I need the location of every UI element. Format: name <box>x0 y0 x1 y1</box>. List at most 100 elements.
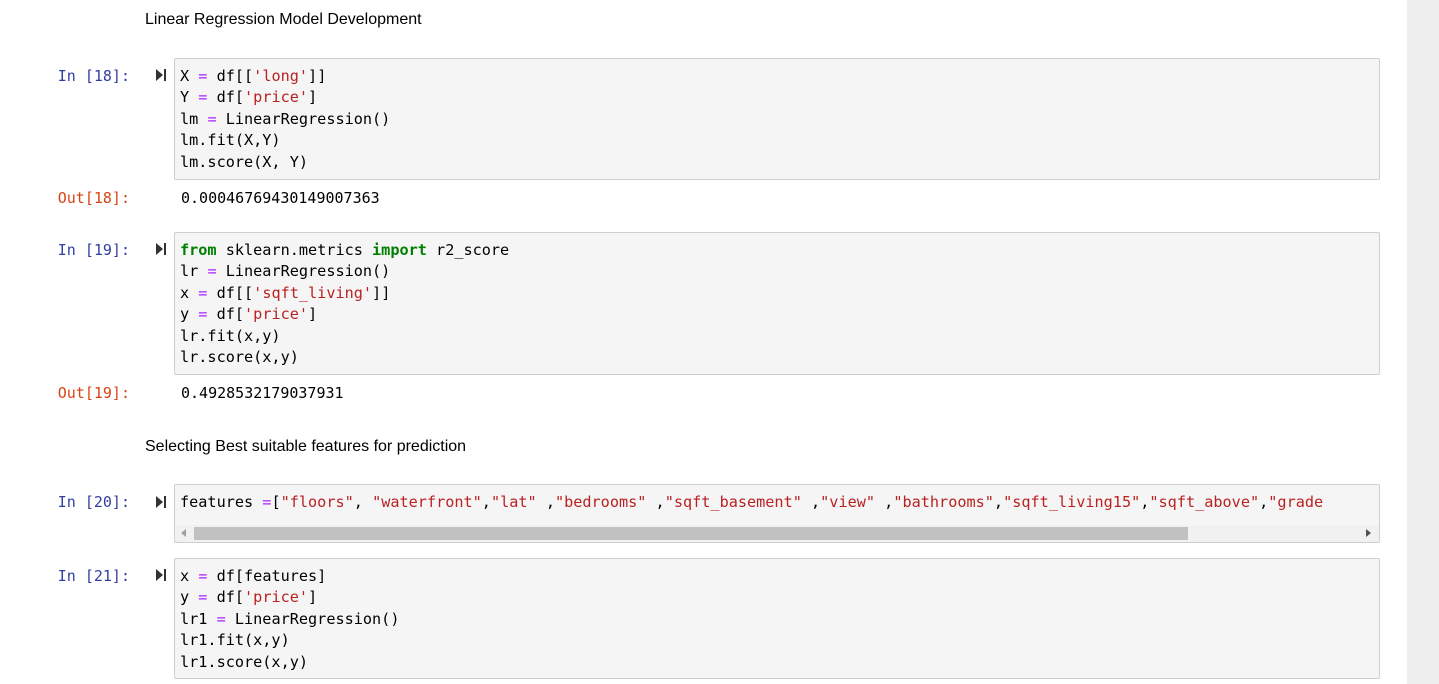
code-token: x <box>180 283 199 302</box>
code-token: lm.fit(X,Y) <box>180 131 281 150</box>
code-token: , <box>801 493 821 511</box>
code-token: df[[ <box>207 67 254 85</box>
code-token: df[[ <box>207 283 254 302</box>
code-line: features =["floors", "waterfront","lat" … <box>180 493 1323 511</box>
code-string: 'long' <box>253 67 309 85</box>
code-token: ]] <box>308 67 327 85</box>
code-token: LinearRegression() <box>216 262 391 281</box>
code-token: x <box>180 567 199 585</box>
code-line: lm.score(X, Y) <box>180 153 308 171</box>
code-keyword: import <box>372 241 427 259</box>
code-token: r2_score <box>426 241 510 259</box>
code-line: y = df['price'] <box>180 588 317 606</box>
code-line: lr1.score(x,y) <box>180 653 308 671</box>
code-string: "bathrooms" <box>893 493 994 511</box>
scrollbar-thumb[interactable] <box>194 527 1188 540</box>
code-line: lr.score(x,y) <box>180 348 299 366</box>
input-prompt-18: In [18]: <box>57 67 130 85</box>
scroll-left-arrow-icon[interactable] <box>181 529 186 537</box>
code-token: features <box>180 493 263 511</box>
code-token: ] <box>308 305 318 324</box>
code-string: 'sqft_living' <box>253 283 373 302</box>
code-editor-18[interactable]: X = df[['long']] Y = df['price'] lm = Li… <box>175 59 1379 173</box>
output-value-19: 0.4928532179037931 <box>181 384 344 402</box>
code-token: , <box>353 493 373 511</box>
scroll-right-arrow-icon[interactable] <box>1366 529 1371 537</box>
code-token: df[features] <box>207 567 327 585</box>
code-token: , <box>646 493 665 511</box>
code-string: 'price' <box>244 88 309 107</box>
code-token: ] <box>308 88 318 107</box>
code-token: , <box>536 493 555 511</box>
code-token: LinearRegression() <box>216 109 391 128</box>
code-cell-18[interactable]: X = df[['long']] Y = df['price'] lm = Li… <box>174 58 1380 180</box>
code-string: 'price' <box>244 588 309 607</box>
code-token: ] <box>308 588 318 607</box>
code-line: x = df[['sqft_living']] <box>180 284 390 302</box>
code-token: , <box>1259 493 1269 511</box>
code-string: "waterfront" <box>372 493 482 511</box>
input-prompt-21: In [21]: <box>57 567 130 585</box>
code-line: lm = LinearRegression() <box>180 110 390 128</box>
input-prompt-19: In [19]: <box>57 241 130 259</box>
code-string: "view" <box>820 493 876 511</box>
code-token: lr.fit(x,y) <box>180 326 281 345</box>
run-cell-icon[interactable] <box>155 568 167 582</box>
horizontal-scrollbar[interactable] <box>175 525 1379 542</box>
code-string: 'price' <box>244 305 309 324</box>
code-string: "lat" <box>490 493 537 511</box>
code-token: , <box>481 493 491 511</box>
code-token: , <box>875 493 894 511</box>
code-line: X = df[['long']] <box>180 67 326 85</box>
code-line: lr1.fit(x,y) <box>180 631 290 649</box>
code-token: y <box>180 305 199 324</box>
code-token: [ <box>271 493 281 511</box>
code-token: y <box>180 588 199 607</box>
code-token: X <box>180 67 199 85</box>
code-token: lr1.fit(x,y) <box>180 631 290 650</box>
code-token: Y <box>180 88 199 107</box>
run-cell-icon[interactable] <box>155 242 167 256</box>
code-token: df[ <box>207 88 245 107</box>
code-string: "floors" <box>280 493 354 511</box>
input-prompt-20: In [20]: <box>57 493 130 511</box>
code-token: lr1.score(x,y) <box>180 652 309 671</box>
code-line: y = df['price'] <box>180 305 317 323</box>
code-editor-21[interactable]: x = df[features] y = df['price'] lr1 = L… <box>175 559 1379 673</box>
output-prompt-18: Out[18]: <box>57 189 130 207</box>
code-editor-20[interactable]: features =["floors", "waterfront","lat" … <box>175 485 1379 513</box>
code-line: lr1 = LinearRegression() <box>180 610 399 628</box>
code-token: lm.score(X, Y) <box>180 152 309 171</box>
markdown-heading-feature-selection: Selecting Best suitable features for pre… <box>145 438 467 455</box>
run-cell-icon[interactable] <box>155 68 167 82</box>
code-cell-21[interactable]: x = df[features] y = df['price'] lr1 = L… <box>174 558 1380 679</box>
code-editor-19[interactable]: from sklearn.metrics import r2_score lr … <box>175 233 1379 368</box>
code-string: "grade <box>1268 493 1324 511</box>
code-token: sklearn.metrics <box>216 241 373 259</box>
code-token: lr <box>180 262 208 281</box>
code-line: lm.fit(X,Y) <box>180 131 281 149</box>
code-token: df[ <box>207 305 245 324</box>
code-string: "sqft_above" <box>1149 493 1260 511</box>
code-token: lr.score(x,y) <box>180 348 299 367</box>
code-cell-20[interactable]: features =["floors", "waterfront","lat" … <box>174 484 1380 543</box>
code-token: df[ <box>207 588 245 607</box>
code-string: "sqft_basement" <box>664 493 802 511</box>
code-line: Y = df['price'] <box>180 88 317 106</box>
markdown-heading-model-development: Linear Regression Model Development <box>145 11 422 28</box>
code-line: lr.fit(x,y) <box>180 327 281 345</box>
right-gutter <box>1407 0 1439 684</box>
code-token: lm <box>180 109 208 128</box>
code-token: , <box>993 493 1004 511</box>
code-token: lr1 <box>180 609 217 628</box>
code-token: LinearRegression() <box>225 609 400 628</box>
code-operator: = <box>207 262 217 281</box>
code-cell-19[interactable]: from sklearn.metrics import r2_score lr … <box>174 232 1380 375</box>
run-cell-icon[interactable] <box>155 495 167 509</box>
output-value-18: 0.00046769430149007363 <box>181 189 380 207</box>
code-token: ]] <box>372 283 391 302</box>
code-line: lr = LinearRegression() <box>180 262 390 280</box>
code-string: "bedrooms" <box>554 493 647 511</box>
code-line: x = df[features] <box>180 567 326 585</box>
code-line: from sklearn.metrics import r2_score <box>180 241 509 259</box>
